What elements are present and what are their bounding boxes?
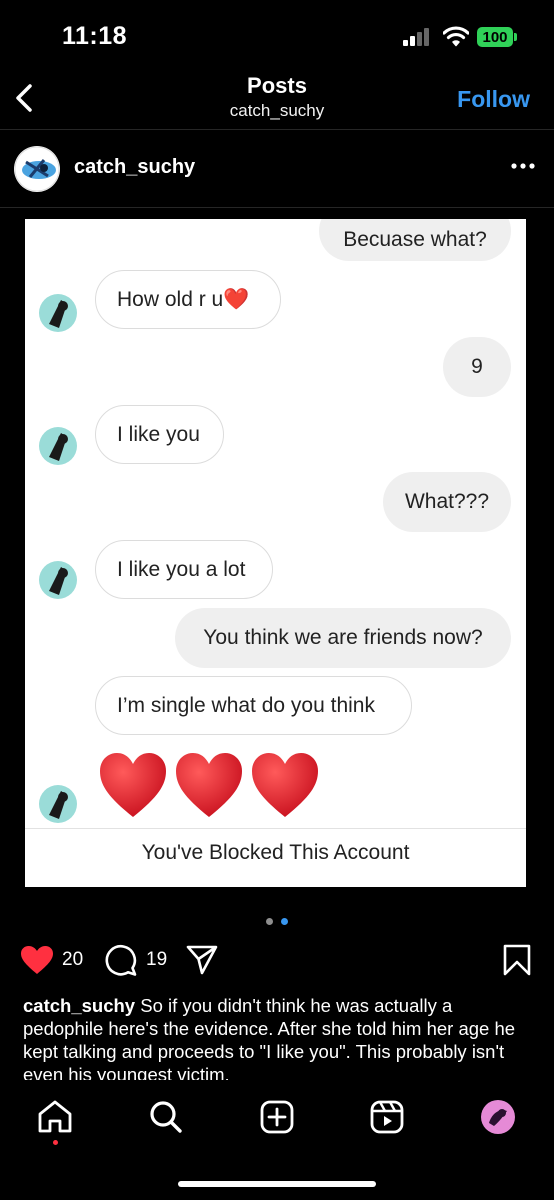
create-post-icon[interactable] [260,1100,294,1134]
chat-bubble-sent: You think we are friends now? [175,608,511,668]
wifi-icon [443,26,469,47]
caption-username[interactable]: catch_suchy [23,995,135,1016]
chat-bubble-received: How old r u❤️ [95,270,281,329]
chat-avatar [39,294,77,332]
chat-bubble-received: I like you [95,405,224,464]
carousel-dot[interactable] [266,918,273,925]
like-heart-icon[interactable] [20,945,54,975]
profile-avatar[interactable] [480,1099,516,1135]
status-time: 11:18 [62,22,128,50]
chat-bubble-sent: What??? [383,472,511,532]
post-image[interactable]: Becuase what? How old r u❤️ 9 I like you… [25,219,526,887]
header-divider [0,129,554,130]
battery-tip [514,33,517,41]
chat-avatar [39,785,77,823]
comment-icon[interactable] [104,944,138,976]
chat-bubble-sent: 9 [443,337,511,397]
share-icon[interactable] [186,945,218,975]
author-divider [0,207,554,208]
follow-button[interactable]: Follow [457,86,530,113]
save-bookmark-icon[interactable] [503,944,531,976]
notification-dot [53,1140,58,1145]
cellular-signal-icon [403,28,429,46]
chat-bubble-received: I like you a lot [95,540,273,599]
like-count[interactable]: 20 [62,949,83,971]
carousel-dot-active[interactable] [281,918,288,925]
post-caption[interactable]: catch_suchy So if you didn't think he wa… [23,994,523,1080]
home-icon[interactable] [37,1100,73,1134]
chat-avatar [39,427,77,465]
blocked-account-notice: You've Blocked This Account [141,841,410,864]
heart-emoji-icon [100,753,318,817]
author-username[interactable]: catch_suchy [74,156,195,179]
hearts-message: ❤️❤️❤️ [98,751,322,826]
battery-indicator: 100 [477,27,513,47]
chat-bubble-received: I’m single what do you think [95,676,412,735]
home-indicator [178,1181,376,1187]
search-icon[interactable] [149,1100,183,1134]
reels-icon[interactable] [370,1100,404,1134]
chat-avatar [39,561,77,599]
chat-bubble-sent: Becuase what? [319,219,511,261]
author-avatar[interactable] [14,146,60,192]
more-options-icon[interactable] [510,162,536,170]
comment-count[interactable]: 19 [146,949,167,971]
